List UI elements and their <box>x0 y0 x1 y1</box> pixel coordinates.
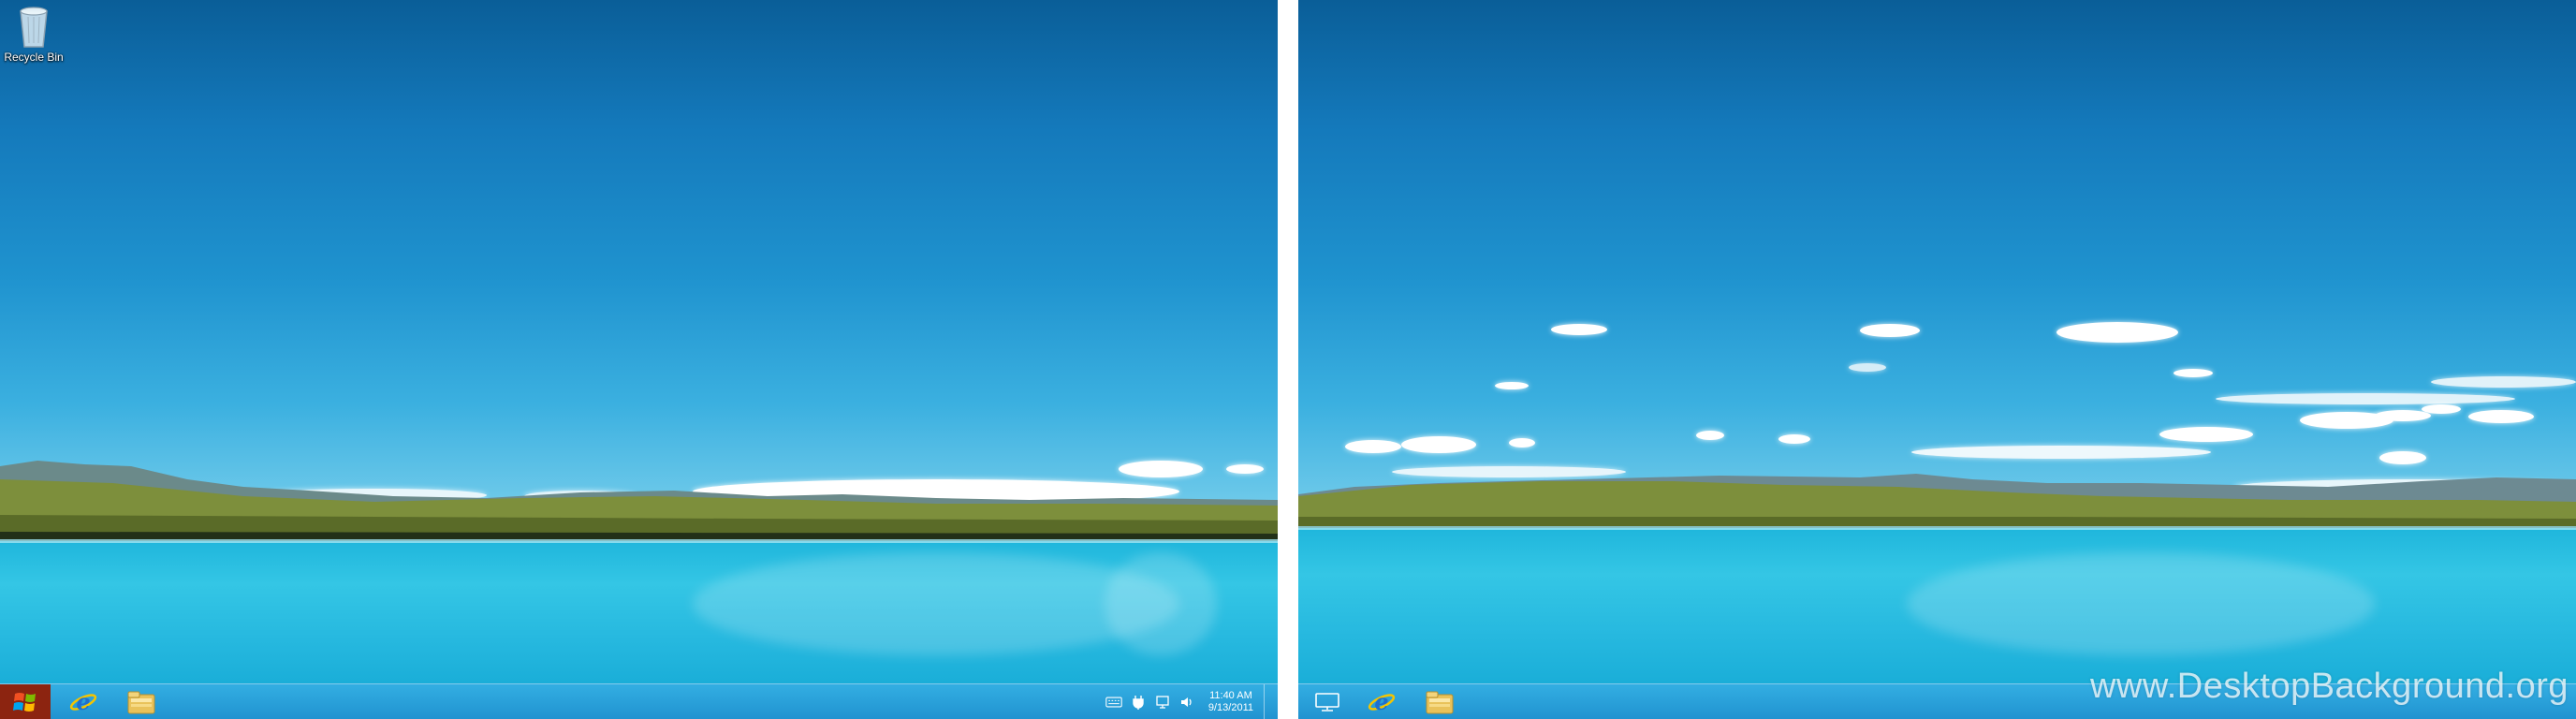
taskbar-file-explorer[interactable] <box>1414 686 1465 718</box>
monitor-gap <box>1278 0 1298 719</box>
cloud <box>2375 410 2431 421</box>
internet-explorer-icon: e <box>69 688 97 715</box>
show-desktop-button[interactable] <box>1264 684 1278 719</box>
network-icon[interactable] <box>1154 694 1171 711</box>
cloud <box>2159 427 2253 442</box>
cloud <box>1345 440 1401 453</box>
cloud-reflection <box>1105 552 1217 655</box>
desktop-icon-recycle-bin[interactable]: Recycle Bin <box>4 6 64 64</box>
cloud <box>2468 410 2534 423</box>
cloud <box>2216 393 2515 404</box>
cloud-reflection <box>1907 552 2375 655</box>
desktop-icon-label: Recycle Bin <box>4 51 64 64</box>
cloud <box>1551 324 1607 335</box>
desktop-wallpaper <box>0 0 1278 719</box>
desktop-monitor-icon <box>1315 693 1339 712</box>
svg-text:e: e <box>1374 688 1388 715</box>
cloud <box>1778 434 1810 444</box>
cloud <box>1509 438 1535 448</box>
file-explorer-folder-icon <box>127 691 155 714</box>
keyboard-icon[interactable] <box>1105 694 1122 711</box>
show-desktop-toolbar-button[interactable] <box>1302 686 1353 718</box>
taskbar-internet-explorer[interactable]: e <box>1356 686 1407 718</box>
lake-shore <box>1298 526 2576 530</box>
clock-time: 11:40 AM <box>1209 690 1252 701</box>
cloud <box>1860 324 1920 337</box>
lake-shore <box>0 539 1278 543</box>
svg-text:e: e <box>76 688 90 715</box>
cloud <box>1495 382 1529 389</box>
clock-date: 9/13/2011 <box>1208 702 1253 713</box>
desktop-wallpaper <box>1298 0 2576 719</box>
power-plug-icon[interactable] <box>1130 694 1147 711</box>
taskbar-internet-explorer[interactable]: e <box>58 686 109 718</box>
cloud <box>1849 363 1886 372</box>
watermark: www.DesktopBackground.org <box>2090 667 2569 706</box>
file-explorer-folder-icon <box>1426 691 1454 714</box>
recycle-bin-icon <box>20 7 48 48</box>
sky <box>1298 0 2576 506</box>
cloud <box>1911 446 2211 459</box>
taskbar-file-explorer[interactable] <box>116 686 167 718</box>
right-monitor: e www.DesktopBackground.org <box>1298 0 2576 719</box>
sky <box>0 0 1278 506</box>
volume-icon[interactable] <box>1178 694 1195 711</box>
hills <box>0 461 1278 548</box>
cloud <box>2431 376 2576 388</box>
cloud <box>2056 322 2178 343</box>
cloud <box>1401 436 1476 453</box>
left-monitor: Recycle Bin e 11:40 AM 9/13/2011 <box>0 0 1278 719</box>
windows-logo-icon <box>13 693 36 712</box>
cloud <box>2174 369 2213 377</box>
taskbar-clock[interactable]: 11:40 AM 9/13/2011 <box>1208 690 1253 714</box>
internet-explorer-icon: e <box>1368 688 1396 715</box>
cloud <box>1696 431 1724 440</box>
system-tray: 11:40 AM 9/13/2011 <box>1105 684 1253 719</box>
taskbar-left: e 11:40 AM 9/13/2011 <box>0 683 1278 719</box>
start-button[interactable] <box>0 684 51 719</box>
